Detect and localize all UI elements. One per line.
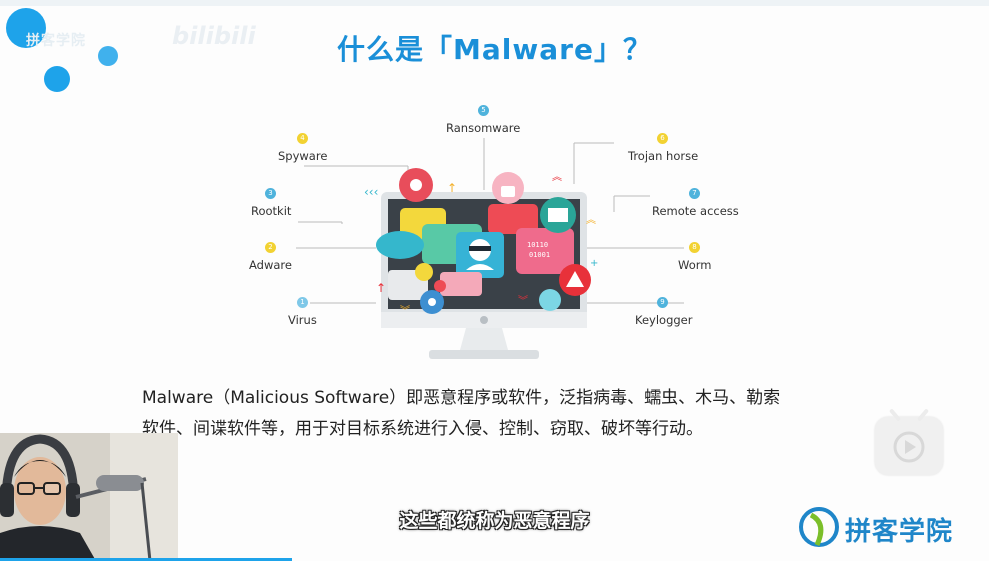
svg-text:↑: ↑ bbox=[447, 181, 457, 195]
item-number-3: 3 bbox=[265, 188, 276, 199]
label-virus: Virus bbox=[288, 313, 317, 327]
svg-text:+: + bbox=[590, 258, 598, 269]
label-remote-access: Remote access bbox=[652, 204, 739, 218]
label-adware: Adware bbox=[249, 258, 292, 272]
slide: 拼客学院 bilibili 什么是「Malware」？ 10110 01001 … bbox=[0, 0, 989, 561]
description-line-2: 软件、间谍软件等，用于对目标系统进行入侵、控制、窃取、破坏等行动。 bbox=[142, 419, 703, 439]
svg-text:︾: ︾ bbox=[518, 295, 528, 307]
label-ransomware: Ransomware bbox=[446, 121, 521, 135]
item-number-5: 5 bbox=[478, 105, 489, 116]
code-line-2: 01001 bbox=[529, 251, 550, 259]
svg-text:︾: ︾ bbox=[400, 305, 410, 317]
svg-text:↑: ↑ bbox=[376, 281, 386, 295]
description-line-1: Malware（Malicious Software）即恶意程序或软件，泛指病毒… bbox=[142, 388, 781, 408]
item-number-7: 7 bbox=[689, 188, 700, 199]
item-number-4: 4 bbox=[297, 133, 308, 144]
label-trojan-horse: Trojan horse bbox=[628, 149, 699, 163]
item-number-9: 9 bbox=[657, 297, 668, 308]
play-button[interactable] bbox=[875, 408, 943, 475]
top-bar bbox=[0, 0, 989, 6]
item-number-2: 2 bbox=[265, 242, 276, 253]
label-worm: Worm bbox=[678, 258, 712, 272]
label-rootkit: Rootkit bbox=[251, 204, 292, 218]
item-number-6: 6 bbox=[657, 133, 668, 144]
slide-title: 什么是「Malware」？ bbox=[337, 33, 652, 66]
presenter-webcam bbox=[0, 433, 178, 561]
presenter-video bbox=[0, 433, 178, 561]
code-line-1: 10110 bbox=[527, 241, 548, 249]
decor-bubble-medium bbox=[44, 66, 70, 92]
item-number-1: 1 bbox=[297, 297, 308, 308]
malware-diagram: 10110 01001 ‹‹‹ ↑ ︽ ︽ ↑ ︾ ︾ + 5 Ransomwa… bbox=[240, 100, 760, 362]
play-icon bbox=[893, 431, 925, 463]
svg-text:︽: ︽ bbox=[586, 215, 596, 226]
label-keylogger: Keylogger bbox=[635, 313, 693, 327]
description: Malware（Malicious Software）即恶意程序或软件，泛指病毒… bbox=[142, 383, 862, 445]
item-number-8: 8 bbox=[689, 242, 700, 253]
label-spyware: Spyware bbox=[278, 149, 328, 163]
svg-text:︽: ︽ bbox=[552, 172, 562, 183]
svg-text:‹‹‹: ‹‹‹ bbox=[364, 185, 378, 199]
